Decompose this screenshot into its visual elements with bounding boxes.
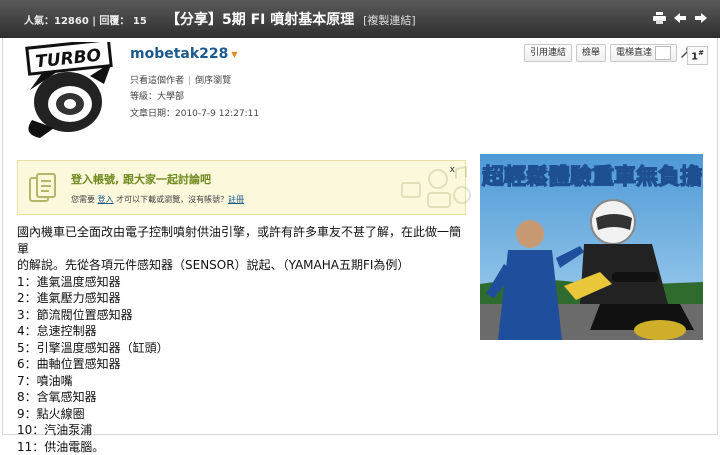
- elevator-control: 電梯直達: [610, 44, 677, 62]
- divider: |: [188, 76, 191, 86]
- elevator-label: 電梯直達: [616, 47, 652, 59]
- login-prefix: 您需要: [71, 195, 98, 204]
- sensor-list-item: 2：進氣壓力感知器: [17, 290, 472, 307]
- only-author-link[interactable]: 只看這個作者: [130, 76, 184, 86]
- caret-down-icon[interactable]: ▼: [231, 50, 237, 59]
- sensor-list-item: 1：進氣溫度感知器: [17, 274, 472, 291]
- sensor-list-item: 8：含氧感知器: [17, 389, 472, 406]
- copy-link[interactable]: [複製連結]: [363, 14, 416, 27]
- floor-number: 1#: [687, 46, 708, 65]
- header-icons: [652, 11, 708, 25]
- avatar[interactable]: TURBO: [20, 42, 116, 142]
- report-button[interactable]: 檢舉: [576, 44, 606, 62]
- sensor-list-item: 4：怠速控制器: [17, 323, 472, 340]
- decorative-icons: [398, 165, 474, 211]
- ad-headline: 超輕鬆體驗重車無負擔: [482, 164, 702, 190]
- content-intro-line-1: 國內機車已全面改由電子控制噴射供油引擎，或許有許多車友不甚了解，在此做一簡單: [17, 224, 472, 257]
- advertisement-banner[interactable]: 超輕鬆體驗重車無負擔: [480, 154, 703, 340]
- register-link[interactable]: 註冊: [228, 195, 244, 204]
- login-link[interactable]: 登入: [98, 195, 114, 204]
- thread-title: 【分享】5期 FI 噴射基本原理 [複製連結]: [166, 9, 416, 29]
- sensor-list-item: 5：引擎溫度感知器（缸頭）: [17, 340, 472, 357]
- quote-link-button[interactable]: 引用連結: [524, 44, 572, 62]
- post-date: 文章日期：2010-7-9 12:27:11: [130, 106, 259, 119]
- thread-stats: 人氣：12860 | 回覆： 15: [24, 12, 147, 27]
- thread-header-bar: 人氣：12860 | 回覆： 15 【分享】5期 FI 噴射基本原理 [複製連結…: [0, 0, 720, 38]
- arrow-left-icon[interactable]: [673, 11, 687, 25]
- content-intro-line-2: 的解說。先從各項元件感知器（SENSOR）說起、（YAMAHA五期FI為例）: [17, 257, 472, 274]
- username-text[interactable]: mobetak228: [130, 46, 228, 62]
- post-content: 國內機車已全面改由電子控制噴射供油引擎，或許有許多車友不甚了解，在此做一簡單 的…: [17, 224, 472, 455]
- username[interactable]: mobetak228▼: [130, 46, 238, 62]
- floor-jump-input[interactable]: [655, 46, 671, 60]
- sensor-list-item: 6：曲軸位置感知器: [17, 356, 472, 373]
- sensor-list-item: 9：點火線圈: [17, 406, 472, 423]
- document-icon: [27, 172, 59, 204]
- post-actions: 引用連結 檢舉 電梯直達: [524, 44, 692, 62]
- sensor-list-item: 11：供油電腦。: [17, 439, 472, 455]
- reverse-order-link[interactable]: 倒序瀏覽: [195, 76, 231, 86]
- sensor-list-item: 3：節流閥位置感知器: [17, 307, 472, 324]
- login-prompt-title: 登入帳號, 跟大家一起討論吧: [71, 171, 211, 187]
- login-middle: 才可以下載或瀏覽，沒有帳號？: [114, 195, 229, 204]
- arrow-right-icon[interactable]: [694, 11, 708, 25]
- login-prompt: 登入帳號, 跟大家一起討論吧 您需要 登入 才可以下載或瀏覽，沒有帳號？註冊 x: [17, 160, 466, 215]
- thread-title-text: 【分享】5期 FI 噴射基本原理: [166, 12, 354, 28]
- login-prompt-text: 您需要 登入 才可以下載或瀏覽，沒有帳號？註冊: [71, 194, 244, 205]
- floor-suffix: #: [698, 49, 704, 57]
- sensor-list-item: 7：噴油嘴: [17, 373, 472, 390]
- print-icon[interactable]: [652, 11, 666, 25]
- close-icon[interactable]: x: [450, 165, 455, 175]
- user-level: 等級：大學部: [130, 89, 184, 102]
- post-view-links: 只看這個作者 | 倒序瀏覽: [130, 73, 231, 86]
- sensor-list-item: 10：汽油泵浦: [17, 422, 472, 439]
